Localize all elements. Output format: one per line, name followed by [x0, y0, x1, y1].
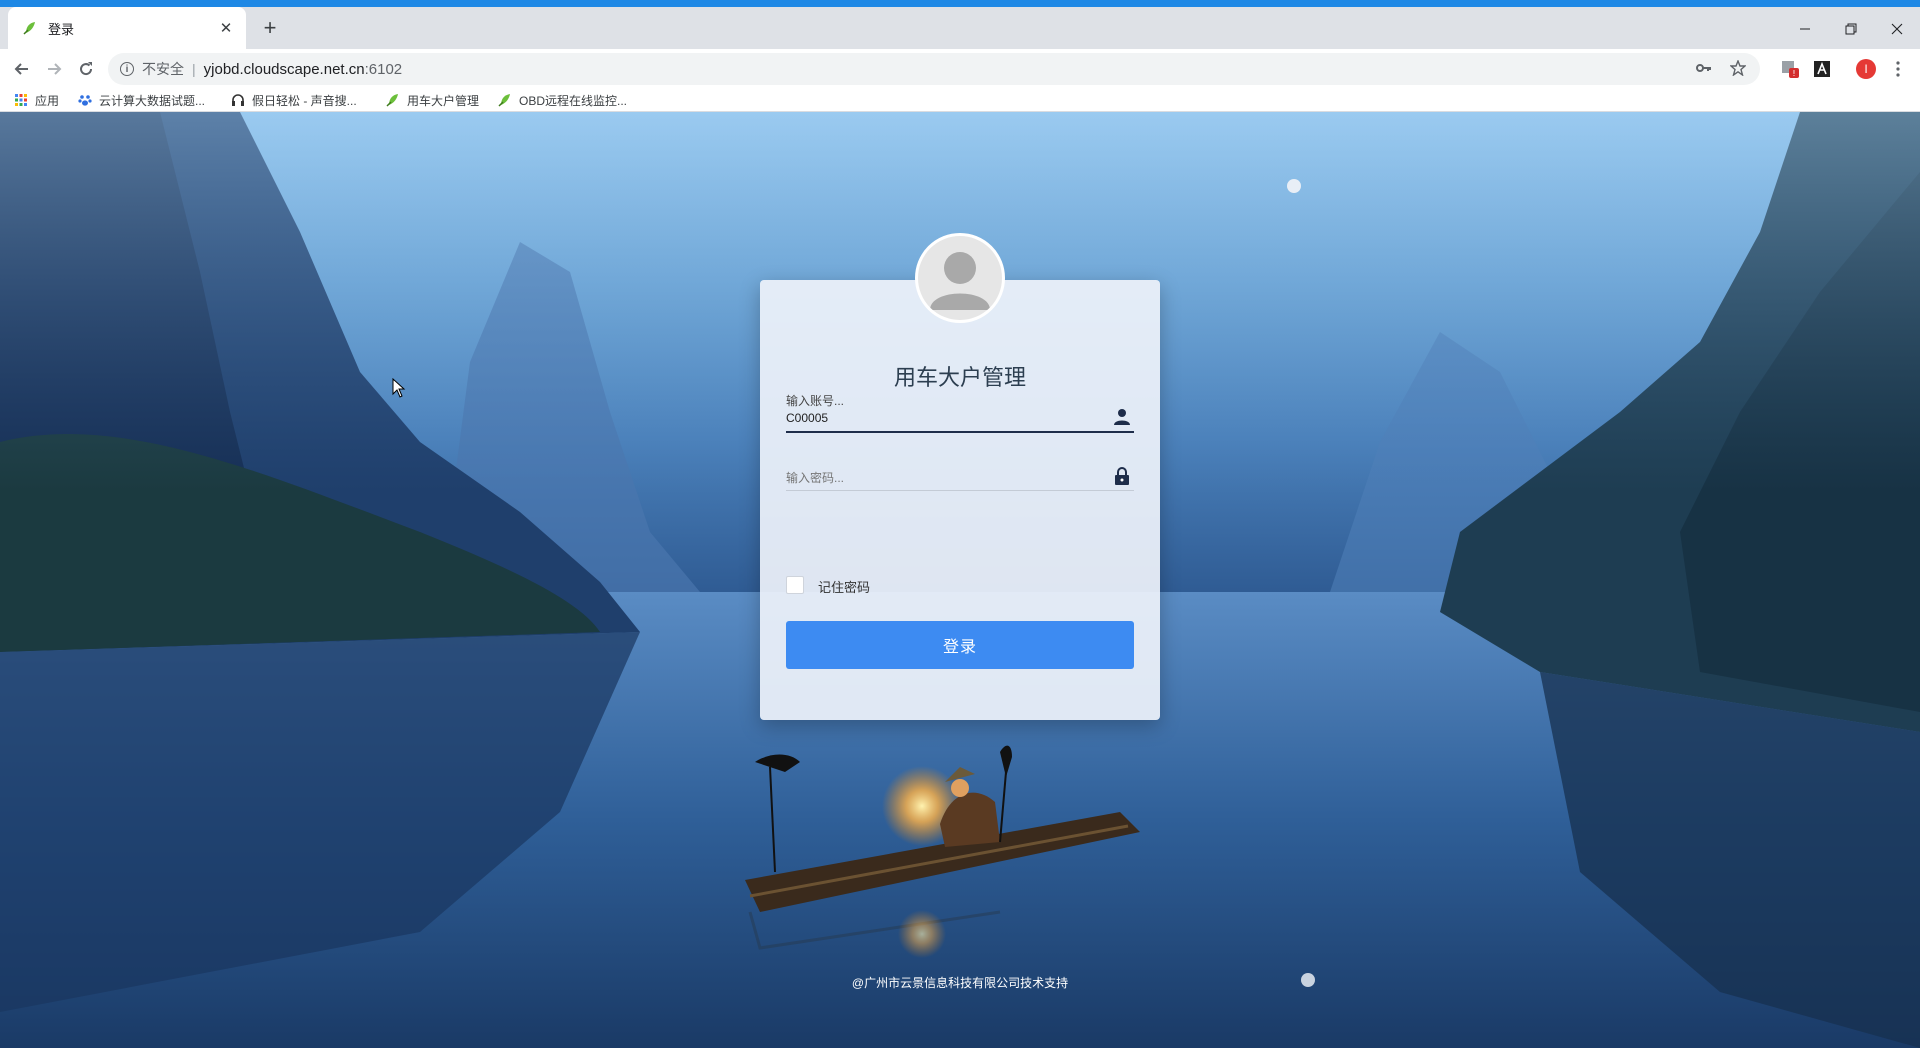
- close-window-button[interactable]: [1874, 14, 1920, 44]
- title-accent-bar: [0, 0, 1920, 7]
- extension-badge-icon[interactable]: !: [1780, 59, 1800, 79]
- menu-kebab-icon[interactable]: [1888, 59, 1908, 79]
- password-underline: [786, 490, 1134, 491]
- tab-login[interactable]: 登录 ✕: [8, 7, 246, 49]
- paw-icon: [78, 93, 92, 107]
- login-page-background: 用车大户管理 输入账号... 记住密码 登录 @广州市云景信息科技有限公司技术支…: [0, 112, 1920, 1048]
- info-icon[interactable]: i: [120, 62, 134, 76]
- svg-text:!: !: [1792, 69, 1795, 78]
- close-icon[interactable]: ✕: [216, 18, 236, 38]
- avatar: [915, 233, 1005, 323]
- page-title: 用车大户管理: [893, 365, 1026, 390]
- bookmark-fleet-manage[interactable]: 用车大户管理: [386, 91, 479, 109]
- leaf-icon: [498, 93, 512, 107]
- footer-copyright: @广州市云景信息科技有限公司技术支持: [851, 976, 1069, 990]
- apps-grid-icon: [14, 93, 28, 107]
- profile-avatar[interactable]: I: [1856, 59, 1876, 79]
- tab-title: 登录: [48, 21, 75, 37]
- leaf-icon: [386, 93, 400, 107]
- login-card: 用车大户管理 输入账号... 记住密码 登录: [760, 280, 1160, 720]
- url-host: yjobd.cloudscape.net.cn: [203, 60, 365, 78]
- address-bar[interactable]: i 不安全 | yjobd.cloudscape.net.cn:6102: [108, 53, 1760, 85]
- headphones-icon: [231, 93, 245, 107]
- bookmark-label: 应用: [35, 93, 60, 108]
- new-tab-button[interactable]: +: [258, 16, 282, 40]
- leaf-icon: [22, 20, 38, 36]
- forward-button[interactable]: [42, 58, 66, 80]
- tab-strip: 登录 ✕ +: [0, 7, 1920, 49]
- mouse-cursor-icon: [392, 378, 406, 398]
- bookmark-label: 假日轻松 - 声音搜...: [252, 93, 357, 108]
- reload-button[interactable]: [74, 58, 98, 80]
- browser-toolbar: i 不安全 | yjobd.cloudscape.net.cn:6102 ! I: [0, 49, 1920, 89]
- bookmark-label: 云计算大数据试题...: [99, 93, 206, 108]
- bookmark-obd-monitor[interactable]: OBD远程在线监控...: [498, 91, 627, 109]
- minimize-button[interactable]: [1782, 14, 1828, 44]
- bookmarks-bar: 应用 云计算大数据试题... 假日轻松 - 声音搜... 用车大户管理 OBD远…: [0, 89, 1920, 112]
- restore-button[interactable]: [1828, 14, 1874, 44]
- remember-password-checkbox[interactable]: [786, 576, 804, 594]
- extension-adobe-icon[interactable]: [1812, 59, 1832, 79]
- bookmark-label: OBD远程在线监控...: [519, 93, 628, 108]
- login-button[interactable]: 登录: [786, 621, 1134, 669]
- lock-icon: [1112, 466, 1132, 486]
- remember-password-label[interactable]: 记住密码: [818, 577, 870, 596]
- url-port: :6102: [364, 60, 403, 78]
- profile-initial: I: [1864, 62, 1868, 76]
- account-input[interactable]: [786, 405, 1134, 431]
- key-icon[interactable]: [1696, 60, 1712, 81]
- bookmark-audio-search[interactable]: 假日轻松 - 声音搜...: [231, 91, 357, 109]
- account-underline: [786, 431, 1134, 433]
- bookmark-label: 用车大户管理: [407, 93, 480, 108]
- user-icon: [1112, 407, 1132, 427]
- password-input[interactable]: [786, 465, 1134, 491]
- bookmark-apps[interactable]: 应用: [14, 91, 59, 109]
- back-button[interactable]: [10, 58, 34, 80]
- star-icon[interactable]: [1729, 59, 1747, 81]
- bookmark-cloud-exam[interactable]: 云计算大数据试题...: [78, 91, 205, 109]
- insecure-label: 不安全: [142, 61, 184, 77]
- url-separator: |: [192, 61, 196, 77]
